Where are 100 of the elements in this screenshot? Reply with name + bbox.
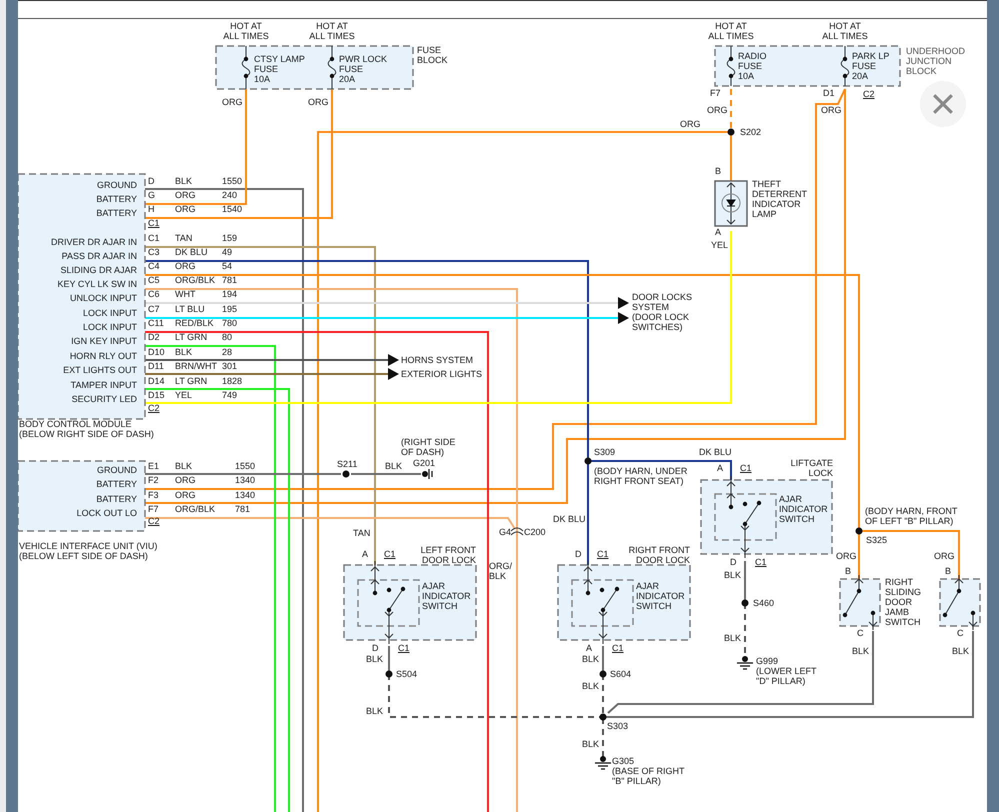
pin-function-label: SECURITY LED <box>72 394 137 404</box>
splice-dot <box>386 670 392 678</box>
fuse-icon <box>328 46 336 90</box>
circuit-number: 749 <box>222 390 238 400</box>
pin-label: D2 <box>148 332 160 342</box>
pin-label: G <box>148 190 156 200</box>
fuse-label: RADIO FUSE 10A <box>738 51 767 81</box>
pin-function-label: SLIDING DR AJAR <box>60 265 137 275</box>
pin-label: C6 <box>148 289 160 299</box>
wire-color-label: ORG/BLK <box>175 504 216 514</box>
wire-color-label: BLK <box>582 739 600 749</box>
wire-color-label: ORG/ BLK <box>489 561 512 581</box>
pin-function-label: BATTERY <box>96 479 137 489</box>
wire-color-label: ORG <box>308 97 329 107</box>
pin-label: A <box>717 463 724 473</box>
arrow-icon <box>388 368 399 380</box>
pin-label: B <box>845 566 852 576</box>
pin-label: H <box>148 204 154 214</box>
wire-color-label: YEL <box>711 240 728 250</box>
wire-color-label: LT GRN <box>175 332 208 342</box>
pin-label: C5 <box>148 275 160 285</box>
wire-color-label: TAN <box>175 233 192 243</box>
splice-label: S303 <box>607 721 628 731</box>
pin-label: C4 <box>148 261 160 271</box>
system-label: DOOR LOCKS SYSTEM (DOOR LOCK SWITCHES) <box>632 292 692 332</box>
pin-label: D <box>575 549 582 559</box>
pin-label: A <box>586 643 592 653</box>
fuse-label: PWR LOCK FUSE 20A <box>339 54 388 84</box>
pin-label: G4 <box>499 527 512 537</box>
circuit-number: 780 <box>222 318 238 328</box>
close-button[interactable] <box>920 81 966 127</box>
ground-icon <box>422 468 433 480</box>
pin-function-label: TAMPER INPUT <box>70 380 137 390</box>
ground-icon <box>594 756 612 770</box>
location-note: (BODY HARN, UNDER RIGHT FRONT SEAT) <box>594 466 688 486</box>
wire-color-label: BLK <box>952 646 970 656</box>
component-label: RIGHT FRONT DOOR LOCK <box>628 545 690 565</box>
wire-color-label: BLK <box>366 654 384 664</box>
location-note: (RIGHT SIDE OF DASH) <box>401 437 456 457</box>
pin-label: D1 <box>823 88 835 98</box>
circuit-number: 1340 <box>235 490 256 500</box>
pin-function-label: EXT LIGHTS OUT <box>63 365 137 375</box>
wire-color-label: ORG/BLK <box>175 275 216 285</box>
fuse-block-label: UNDERHOOD JUNCTION BLOCK <box>906 46 966 76</box>
splice-dot <box>600 670 606 678</box>
location-note: (BASE OF RIGHT "B" PILLAR) <box>612 766 685 786</box>
circuit-number: 54 <box>222 261 232 271</box>
pin-function-label: PASS DR AJAR IN <box>62 251 137 261</box>
splice-label: S309 <box>594 447 616 457</box>
wire-color-label: BLK <box>582 654 600 664</box>
wire-color-label: BLK <box>366 706 384 716</box>
pin-label: F7 <box>148 504 159 514</box>
fuse-icon <box>242 46 250 90</box>
power-feed-label: HOT AT ALL TIMES <box>822 21 868 41</box>
pin-function-label: LOCK OUT LO <box>76 508 137 518</box>
connector-label: C1 <box>384 549 396 559</box>
wire-color-label: ORG <box>222 97 243 107</box>
circuit-number: 301 <box>222 361 238 371</box>
pin-label: F2 <box>148 475 159 485</box>
wire-color-label: BLK <box>175 176 192 186</box>
ground-icon <box>736 656 754 670</box>
wire-color-label: BRN/WHT <box>175 361 217 371</box>
wire-color-label: WHT <box>175 289 196 299</box>
connector-label: C1 <box>740 463 752 473</box>
pin-label: B <box>945 566 952 576</box>
circuit-number: 80 <box>222 332 232 342</box>
pin-label: C7 <box>148 304 160 314</box>
ground-label: G305 <box>612 756 634 766</box>
system-label: HORNS SYSTEM <box>401 355 474 365</box>
wire-color-label: ORG <box>175 190 196 200</box>
wire-color-label: ORG <box>175 204 196 214</box>
wire-color-label: DK BLU <box>553 514 586 524</box>
close-icon <box>931 92 955 116</box>
wire-color-label: ORG <box>175 475 196 485</box>
power-feed-label: HOT AT ALL TIMES <box>223 21 269 41</box>
wire-color-label: ORG <box>175 261 196 271</box>
module-label: BODY CONTROL MODULE (BELOW RIGHT SIDE OF DASH) <box>19 419 154 439</box>
pin-function-label: KEY CYL LK SW IN <box>57 279 137 289</box>
splice-label: S202 <box>740 127 762 137</box>
wire-color-label: YEL <box>175 390 192 400</box>
wire-color-label: BLK <box>175 461 192 471</box>
power-feed-label: HOT AT ALL TIMES <box>309 21 355 41</box>
pin-function-label: BATTERY <box>96 208 137 218</box>
wire-color-label: ORG <box>821 105 842 115</box>
pin-function-label: LOCK INPUT <box>82 322 137 332</box>
pin-label: D15 <box>148 390 165 400</box>
splice-dot <box>600 714 606 720</box>
splice-label: S211 <box>337 459 358 469</box>
connector-label: C2 <box>148 516 160 526</box>
location-note: (BODY HARN, FRONT OF LEFT "B" PILLAR) <box>865 506 958 526</box>
switch-label: AJAR INDICATOR SWITCH <box>422 581 471 611</box>
wire-color-label: ORG <box>934 551 955 561</box>
wire-color-label: BLK <box>582 681 600 691</box>
circuit-number: 240 <box>222 190 238 200</box>
connector-label: C1 <box>597 549 609 559</box>
fuse-icon <box>840 46 850 86</box>
circuit-number: 1550 <box>222 176 242 186</box>
switch-label: RIGHT SLIDING DOOR JAMB SWITCH <box>885 577 922 627</box>
fuse-icon <box>726 46 736 86</box>
ground-label: G201 <box>413 458 436 468</box>
